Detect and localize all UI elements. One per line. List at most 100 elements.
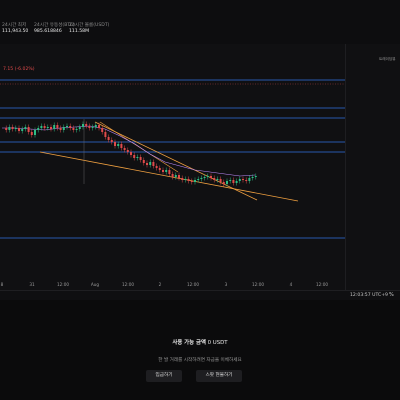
x-tick: Aug <box>90 282 100 287</box>
candlestick-chart[interactable] <box>0 44 400 290</box>
order-panel <box>0 300 400 400</box>
chart-settings-link[interactable]: 트레이딩뷰 <box>379 57 396 62</box>
candle-body <box>226 181 228 184</box>
stat-value: 111.58M <box>69 29 90 34</box>
candle-body <box>222 182 225 184</box>
candle-body <box>40 126 43 128</box>
stat-value: 111,943.50 <box>2 29 29 34</box>
candle-body <box>34 130 36 135</box>
candle-body <box>110 140 113 142</box>
x-tick: 12:00 <box>251 282 265 287</box>
candle-body <box>126 150 129 152</box>
candle-body <box>69 126 72 128</box>
candle-body <box>78 127 81 129</box>
candle-body <box>117 144 120 146</box>
trendline <box>94 121 258 201</box>
candle-body <box>21 129 24 131</box>
candle-body <box>66 126 68 127</box>
x-tick: 12:00 <box>186 282 200 287</box>
x-tick: 2 <box>158 282 162 287</box>
available-balance: 사용 가능 금액 0 USDT <box>0 338 400 346</box>
candle-body <box>136 157 139 158</box>
candle-body <box>200 178 203 179</box>
candle-body <box>104 132 107 137</box>
candle-body <box>142 160 145 163</box>
candle-body <box>133 155 136 158</box>
candle-body <box>197 179 200 180</box>
candle-body <box>107 137 110 140</box>
candle-body <box>152 162 155 166</box>
candle-body <box>165 170 168 172</box>
candle-body <box>43 126 46 128</box>
candle-body <box>85 124 88 126</box>
candle-body <box>18 128 20 131</box>
candle-body <box>139 157 142 160</box>
candle-body <box>94 125 97 127</box>
candle-body <box>206 176 209 177</box>
candle-body <box>181 178 184 180</box>
candle-body <box>62 127 65 130</box>
candle-body <box>24 127 27 129</box>
candle-body <box>155 166 158 168</box>
candle-body <box>171 174 174 177</box>
market-stats-bar: 24시간 최저 111,943.50 24시간 유동성(BTC) 985.618… <box>0 0 400 44</box>
candle-body <box>50 127 52 129</box>
deposit-button[interactable]: 입금하기 <box>146 370 182 382</box>
candle-body <box>178 175 180 178</box>
candle-body <box>91 127 94 128</box>
candle-body <box>187 179 190 181</box>
candle-body <box>123 148 126 150</box>
candle-body <box>194 180 196 182</box>
transfer-hint: 한 발 거래를 시작하려면 자금을 이체하세요 <box>158 358 242 363</box>
x-tick: 12:00 <box>56 282 70 287</box>
candle-body <box>203 177 206 178</box>
chart-clock: 12:03:57 UTC+9 <box>350 293 388 298</box>
candle-body <box>184 179 187 180</box>
candle-body <box>245 180 248 181</box>
x-tick: 8 <box>0 282 4 287</box>
candle-body <box>14 128 17 129</box>
candle-body <box>219 179 222 182</box>
candle-body <box>174 175 177 177</box>
candle-body <box>146 163 148 165</box>
candle-body <box>11 127 14 129</box>
candle-body <box>149 162 152 165</box>
candle-body <box>232 180 235 183</box>
price-axis[interactable] <box>345 44 400 290</box>
available-value: 0 USDT <box>207 340 228 346</box>
candle-body <box>27 127 30 132</box>
stat-24h-low: 24시간 최저 111,943.50 <box>2 23 28 35</box>
candle-body <box>72 128 75 130</box>
x-tick: 12:00 <box>315 282 329 287</box>
candle-body <box>168 170 171 174</box>
candle-body <box>213 178 216 180</box>
candle-body <box>46 127 49 128</box>
candle-body <box>248 178 251 181</box>
price-change-chip: 7.15 (-6.02%) <box>3 67 35 72</box>
candle-body <box>162 170 164 172</box>
spot-transfer-button[interactable]: 스팟 현물하기 <box>196 370 242 382</box>
x-tick: 12:00 <box>121 282 135 287</box>
candle-body <box>88 126 91 128</box>
candle-body <box>210 176 212 178</box>
candle-body <box>30 132 33 135</box>
candle-body <box>56 125 59 128</box>
candle-body <box>101 128 104 132</box>
candle-body <box>242 179 244 180</box>
candle-body <box>216 179 219 180</box>
percent-scale-button[interactable]: % <box>389 292 394 298</box>
candle-body <box>37 128 40 130</box>
candle-body <box>229 180 232 181</box>
candles <box>5 121 257 187</box>
available-label: 사용 가능 금액 <box>172 340 206 346</box>
candle-body <box>75 129 78 130</box>
trendlines[interactable] <box>39 119 299 202</box>
candle-body <box>98 125 100 128</box>
trendline <box>39 151 299 202</box>
candle-body <box>130 152 132 155</box>
candle-body <box>5 128 8 130</box>
x-tick: 4 <box>289 282 293 287</box>
candle-body <box>59 128 62 130</box>
candle-body <box>235 181 238 183</box>
chart-canvas[interactable] <box>0 44 400 290</box>
